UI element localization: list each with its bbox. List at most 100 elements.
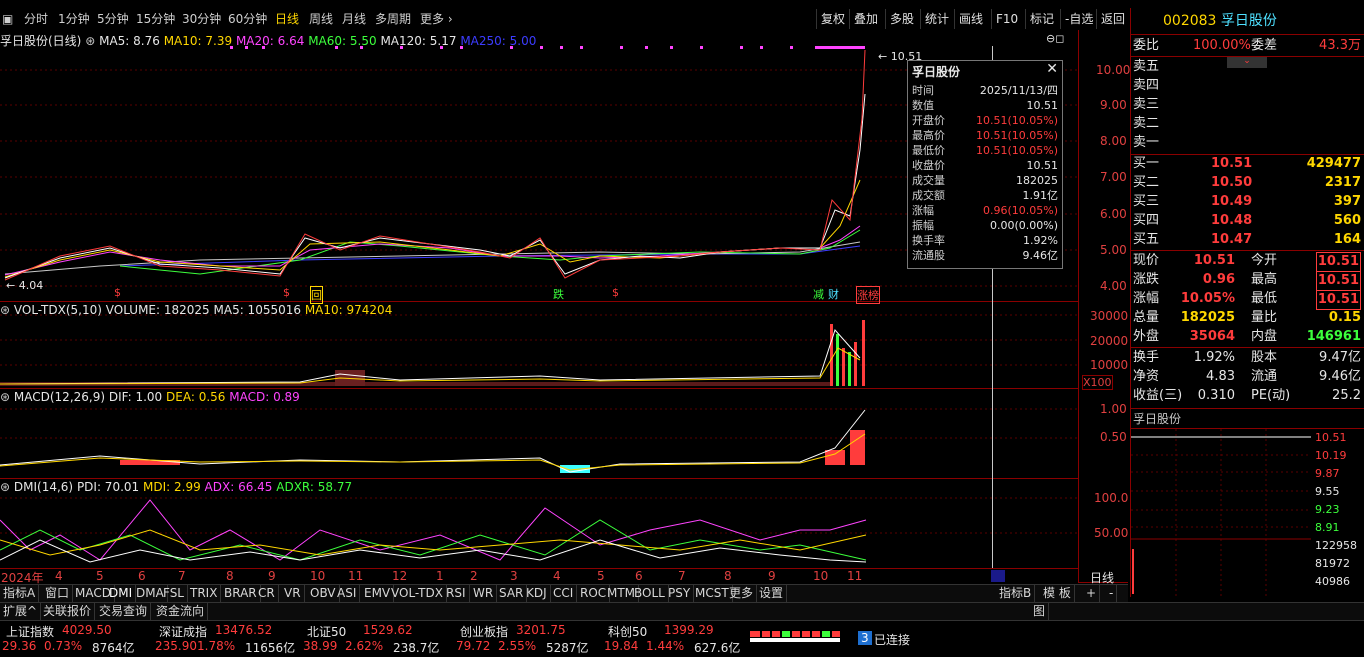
tab-15min[interactable]: 15分钟 bbox=[136, 10, 175, 28]
panel-toggle-icon[interactable]: ▣ bbox=[2, 10, 14, 28]
event-tag[interactable]: 财 bbox=[828, 286, 839, 302]
legend-toggle-icon[interactable]: ⊛ bbox=[0, 480, 10, 494]
indicator-tab[interactable]: 更多 bbox=[726, 585, 758, 602]
indicator-tab[interactable]: CCI bbox=[550, 585, 578, 602]
fuquan-button[interactable]: 复权 bbox=[816, 9, 849, 29]
event-tag[interactable]: 回 bbox=[310, 286, 323, 304]
overlay-button[interactable]: 叠加 bbox=[849, 9, 882, 29]
indicator-tab[interactable]: 指标A bbox=[0, 585, 40, 602]
sell-level-row[interactable]: 卖二 bbox=[1133, 115, 1363, 133]
indicator-tab[interactable]: 窗口 bbox=[42, 585, 74, 602]
price-tick: 4.00 bbox=[1100, 279, 1127, 293]
indicator-tab[interactable]: KDJ bbox=[523, 585, 551, 602]
buy-level-row[interactable]: 买四 10.48 560 bbox=[1133, 212, 1363, 230]
popup-row-value: 0.00(0.00%) bbox=[989, 219, 1058, 232]
indicator-tab[interactable]: 设置 bbox=[756, 585, 788, 602]
tab-30min[interactable]: 30分钟 bbox=[182, 10, 221, 28]
indicator-tab[interactable]: ASI bbox=[334, 585, 361, 602]
legend-toggle-icon[interactable]: ⊛ bbox=[85, 34, 95, 48]
tab-more[interactable]: 更多 › bbox=[420, 10, 453, 28]
buy-level-row[interactable]: 买五 10.47 164 bbox=[1133, 231, 1363, 249]
buy-level-row[interactable]: 买三 10.49 397 bbox=[1133, 193, 1363, 211]
zoom-icons[interactable]: ⊖◻ bbox=[1046, 32, 1064, 45]
mini-chart-title: 孚日股份 bbox=[1133, 412, 1182, 426]
tab-1min[interactable]: 1分钟 bbox=[58, 10, 90, 28]
indicator-tab[interactable]: TRIX bbox=[187, 585, 222, 602]
legend-toggle-icon[interactable]: ⊛ bbox=[0, 303, 10, 317]
indicator-tab[interactable]: RSI bbox=[443, 585, 470, 602]
popup-row: 开盘价 10.51(10.05%) bbox=[912, 113, 1058, 128]
index-quote[interactable]: 创业板指 3201.75 79.72 2.55% 5287亿 bbox=[456, 621, 604, 655]
index-quote[interactable]: 科创50 1399.29 19.84 1.44% 627.6亿 bbox=[604, 621, 752, 655]
index-quote[interactable]: 上证指数 4029.50 29.36 0.73% 8764亿 bbox=[2, 621, 150, 655]
template-tab[interactable]: 模 板 bbox=[1040, 585, 1075, 602]
tab-daily[interactable]: 日线 bbox=[275, 10, 299, 28]
popup-row-value: 10.51(10.05%) bbox=[975, 114, 1058, 127]
stat-label: 换手 bbox=[1133, 350, 1160, 365]
related-quotes-tab[interactable]: 关联报价 bbox=[40, 603, 96, 620]
mark-button[interactable]: 标记 bbox=[1025, 9, 1058, 29]
event-tag[interactable]: 涨榜 bbox=[856, 286, 880, 304]
fund-flow-tab[interactable]: 资金流向 bbox=[153, 603, 209, 620]
expand-tab[interactable]: 扩展^ bbox=[0, 603, 42, 620]
index-pct: 2.55% bbox=[498, 639, 537, 653]
event-tag[interactable]: 跌 bbox=[553, 286, 564, 302]
indicator-tab[interactable]: BOLL bbox=[631, 585, 669, 602]
ma60-label: MA60: 5.50 bbox=[308, 34, 377, 48]
back-button[interactable]: 返回 bbox=[1096, 9, 1129, 29]
multi-stock-button[interactable]: 多股 bbox=[885, 9, 918, 29]
watchlist-button[interactable]: -自选 bbox=[1060, 9, 1097, 29]
event-tag[interactable]: $ bbox=[612, 286, 619, 299]
event-tag[interactable]: $ bbox=[283, 286, 290, 299]
level-price: 10.51 bbox=[1211, 156, 1253, 171]
buy-level-row[interactable]: 买二 10.50 2317 bbox=[1133, 174, 1363, 192]
trade-query-tab[interactable]: 交易查询 bbox=[96, 603, 152, 620]
indicator-tab[interactable]: WR bbox=[470, 585, 498, 602]
indicator-tab[interactable]: CR bbox=[255, 585, 279, 602]
volume-legend: ⊛ VOL-TDX(5,10) VOLUME: 182025 MA5: 1055… bbox=[0, 303, 393, 317]
popup-row-label: 流通股 bbox=[912, 249, 945, 262]
indicator-tab[interactable]: VOL-TDX bbox=[388, 585, 447, 602]
event-tag[interactable]: $ bbox=[114, 286, 121, 299]
stats-button[interactable]: 统计 bbox=[920, 9, 953, 29]
index-quote[interactable]: 北证50 1529.62 38.99 2.62% 238.7亿 bbox=[303, 621, 451, 655]
popup-row: 涨幅 0.96(10.05%) bbox=[912, 203, 1058, 218]
stat-value: 4.83 bbox=[1206, 369, 1235, 384]
tab-60min[interactable]: 60分钟 bbox=[228, 10, 267, 28]
indicator-tab[interactable]: VR bbox=[281, 585, 305, 602]
legend-toggle-icon[interactable]: ⊛ bbox=[0, 390, 10, 404]
sell-level-row[interactable]: 卖四 bbox=[1133, 77, 1363, 95]
sell-level-row[interactable]: 卖一 bbox=[1133, 134, 1363, 152]
level-label: 卖四 bbox=[1133, 78, 1160, 93]
stat-value: 146961 bbox=[1306, 329, 1361, 344]
event-tag[interactable]: 减 bbox=[813, 286, 824, 302]
sell-level-row[interactable]: 卖五 bbox=[1133, 58, 1363, 76]
stat-label: 流通 bbox=[1251, 369, 1278, 384]
sell-level-row[interactable]: 卖三 bbox=[1133, 96, 1363, 114]
tab-5min[interactable]: 5分钟 bbox=[97, 10, 129, 28]
draw-line-button[interactable]: 画线 bbox=[954, 9, 987, 29]
weibi-row: 委比 100.00% 委差 43.3万 bbox=[1133, 38, 1361, 53]
indicator-tab[interactable]: DMI bbox=[106, 585, 137, 602]
tab-weekly[interactable]: 周线 bbox=[309, 10, 333, 28]
buy-level-row[interactable]: 买一 10.51 429477 bbox=[1133, 155, 1363, 173]
indicator-b-tab[interactable]: 指标B bbox=[996, 585, 1036, 602]
tab-monthly[interactable]: 月线 bbox=[342, 10, 366, 28]
chart-tab[interactable]: 图 bbox=[1030, 603, 1050, 620]
indicator-tab[interactable]: FSL bbox=[160, 585, 188, 602]
tab-multi-period[interactable]: 多周期 bbox=[375, 10, 411, 28]
mini-price-tick: 8.91 bbox=[1315, 521, 1340, 534]
remove-indicator-button[interactable]: - bbox=[1106, 585, 1118, 602]
add-indicator-button[interactable]: + bbox=[1083, 585, 1101, 602]
indicator-tab[interactable]: PSY bbox=[665, 585, 695, 602]
close-icon[interactable]: ✕ bbox=[1046, 61, 1058, 77]
f10-button[interactable]: F10 bbox=[991, 9, 1022, 29]
price-tick: 10.00 bbox=[1096, 63, 1131, 77]
index-quote[interactable]: 深证成指 13476.52 235.90 1.78% 11656亿 bbox=[155, 621, 303, 655]
stat-row: 现价 10.51 今开 10.51 bbox=[1133, 252, 1363, 272]
vol-tick: 20000 bbox=[1090, 334, 1129, 348]
tab-fenshi[interactable]: 分时 bbox=[24, 10, 48, 28]
popup-row: 最低价 10.51(10.05%) bbox=[912, 143, 1058, 158]
index-value: 4029.50 bbox=[62, 623, 112, 637]
connection-status[interactable]: 已连接 bbox=[874, 631, 910, 648]
